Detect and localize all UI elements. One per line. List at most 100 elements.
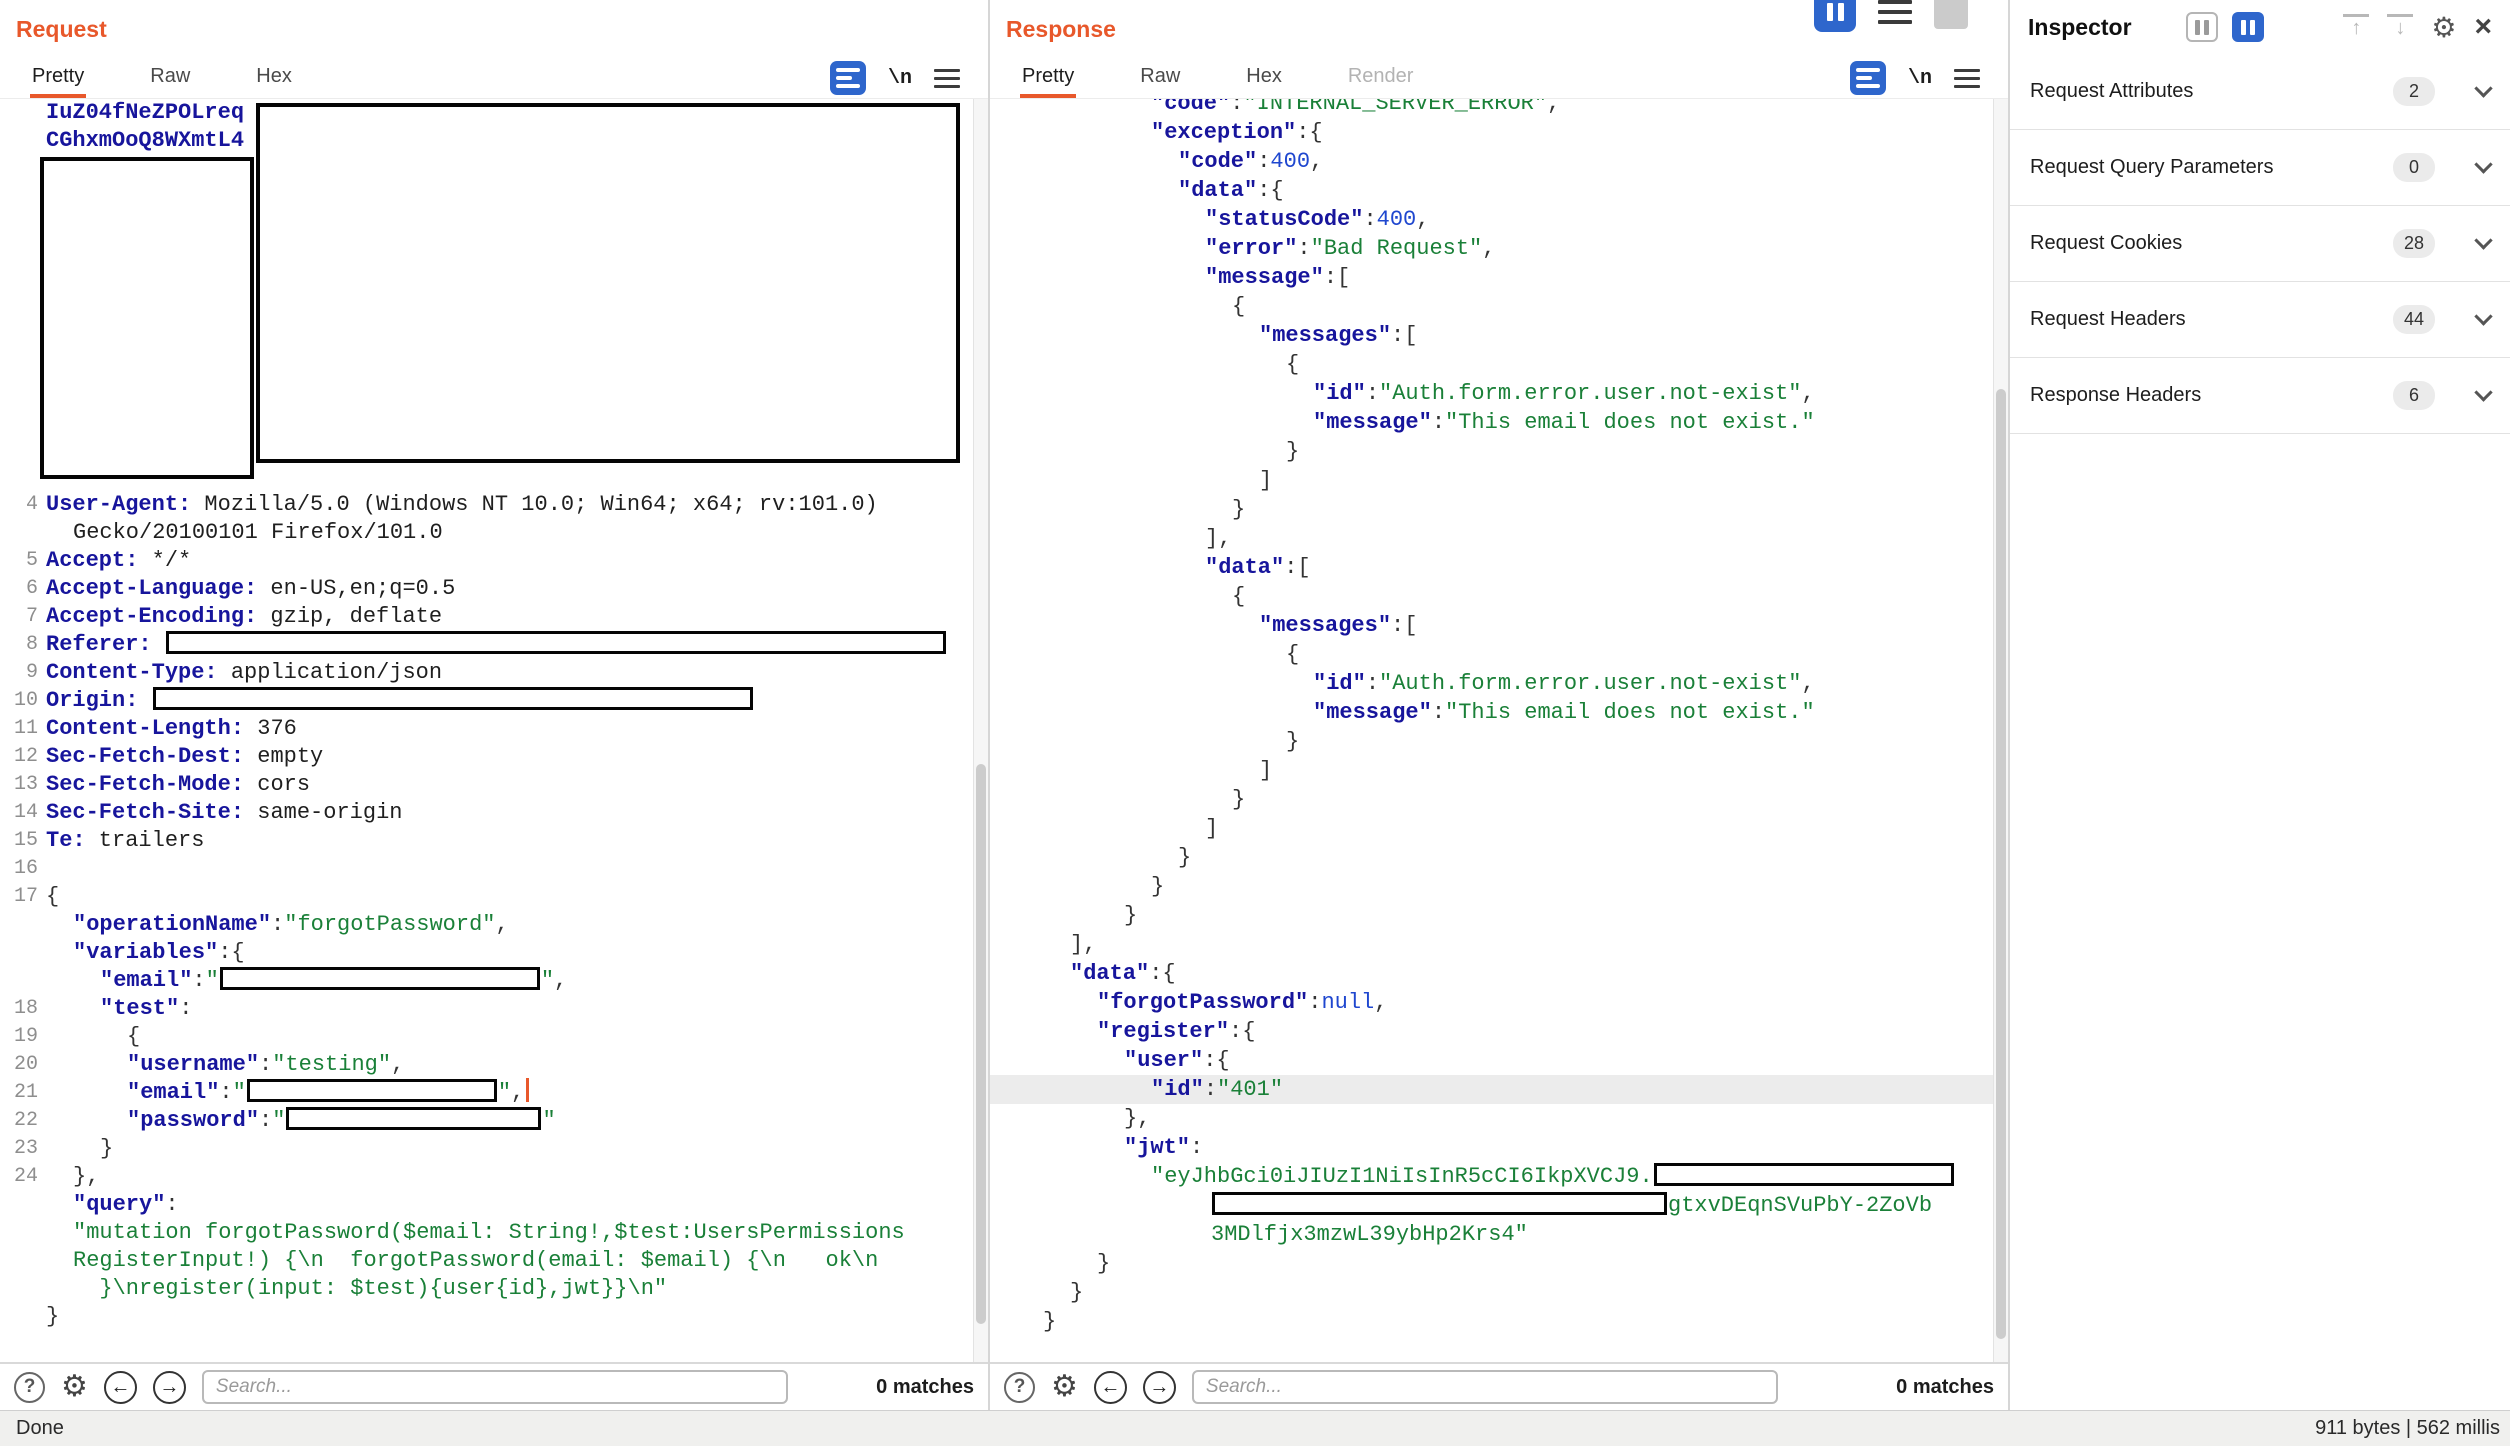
line-number: 12 — [0, 743, 38, 771]
code-text: } — [100, 1136, 113, 1161]
inspector-section-request-query-parameters[interactable]: Request Query Parameters0 — [2010, 130, 2510, 206]
code-text: "error" — [1205, 236, 1297, 261]
code-line: ] — [990, 756, 2008, 785]
scrollbar-thumb[interactable] — [976, 764, 986, 1324]
next-match-icon[interactable]: → — [1143, 1371, 1176, 1404]
inspector-title: Inspector — [2028, 14, 2132, 41]
close-icon[interactable]: × — [2474, 12, 2492, 42]
newline-icon[interactable]: \n — [888, 67, 912, 90]
code-line: "query": — [0, 1191, 988, 1219]
code-text: } — [1232, 787, 1245, 812]
code-line: "data":{ — [990, 176, 2008, 205]
request-scrollbar[interactable] — [973, 99, 988, 1362]
menu-icon[interactable] — [934, 69, 960, 88]
chevron-down-icon[interactable] — [2474, 307, 2492, 325]
code-line: 22"password":"" — [0, 1107, 988, 1135]
expand-all-icon[interactable]: ↓ — [2387, 14, 2413, 40]
menu-icon[interactable] — [1878, 0, 1912, 32]
code-line: "id":"401" — [990, 1075, 2008, 1104]
tab-raw[interactable]: Raw — [148, 58, 192, 98]
code-line: } — [990, 495, 2008, 524]
code-line: "id":"Auth.form.error.user.not-exist", — [990, 379, 2008, 408]
panel-icon[interactable] — [1934, 0, 1968, 29]
code-line: 14Sec-Fetch-Site: same-origin — [0, 799, 988, 827]
inspector-section-request-headers[interactable]: Request Headers44 — [2010, 282, 2510, 358]
inspector-section-request-cookies[interactable]: Request Cookies28 — [2010, 206, 2510, 282]
code-line: "message":"This email does not exist." — [990, 698, 2008, 727]
previous-match-icon[interactable]: ← — [1094, 1371, 1127, 1404]
code-line: ], — [990, 930, 2008, 959]
newline-icon[interactable]: \n — [1908, 67, 1932, 90]
menu-icon[interactable] — [1954, 69, 1980, 88]
chevron-down-icon[interactable] — [2474, 79, 2492, 97]
gear-icon[interactable]: ⚙ — [61, 1372, 88, 1402]
response-panel-title: Response — [1006, 16, 1116, 43]
previous-match-icon[interactable]: ← — [104, 1371, 137, 1404]
tab-raw[interactable]: Raw — [1138, 58, 1182, 98]
code-text: ], — [1205, 526, 1231, 551]
code-text: { — [127, 1024, 140, 1049]
line-number — [0, 127, 38, 155]
chevron-down-icon[interactable] — [2474, 155, 2492, 173]
help-icon[interactable]: ? — [1004, 1372, 1035, 1403]
redaction-box — [247, 1079, 497, 1102]
inspector-header: Inspector ↑ ↓ ⚙ × — [2010, 0, 2510, 54]
inspector-section-request-attributes[interactable]: Request Attributes2 — [2010, 54, 2510, 130]
code-text: "401" — [1217, 1077, 1283, 1102]
code-text: trailers — [86, 828, 205, 853]
section-label: Request Query Parameters — [2030, 156, 2273, 179]
line-number — [0, 1275, 38, 1303]
chevron-down-icon[interactable] — [2474, 383, 2492, 401]
code-text: en-US,en;q=0.5 — [257, 576, 455, 601]
pretty-print-icon[interactable] — [830, 61, 866, 95]
search-input[interactable] — [1192, 1370, 1778, 1404]
code-text: 400 — [1270, 149, 1310, 174]
code-text: "This email does not exist." — [1445, 410, 1815, 435]
code-text: { — [46, 884, 59, 909]
response-viewer[interactable]: "code":"INTERNAL_SERVER_ERROR","exceptio… — [990, 99, 2008, 1362]
next-match-icon[interactable]: → — [153, 1371, 186, 1404]
pretty-print-icon[interactable] — [1850, 61, 1886, 95]
line-number: 6 — [0, 575, 38, 603]
code-line: "jwt": — [990, 1133, 2008, 1162]
chevron-down-icon[interactable] — [2474, 231, 2492, 249]
code-text: : — [165, 1192, 178, 1217]
layout-icon[interactable] — [1814, 0, 1856, 32]
code-text: }\nregister(input: $test){user{id},jwt}}… — [73, 1276, 667, 1301]
single-column-view-icon[interactable] — [2186, 12, 2218, 42]
code-text: , — [1801, 671, 1814, 696]
line-number — [0, 1191, 38, 1219]
redaction-box — [220, 967, 540, 990]
code-text: , — [1547, 99, 1560, 116]
code-line: "forgotPassword":null, — [990, 988, 2008, 1017]
code-text: ] — [1205, 816, 1218, 841]
redaction-box — [166, 631, 946, 654]
inspector-section-response-headers[interactable]: Response Headers6 — [2010, 358, 2510, 434]
response-scrollbar[interactable] — [1993, 99, 2008, 1362]
tab-pretty[interactable]: Pretty — [30, 58, 86, 98]
gear-icon[interactable]: ⚙ — [1051, 1372, 1078, 1402]
code-line: } — [990, 901, 2008, 930]
two-column-view-icon[interactable] — [2232, 12, 2264, 42]
code-line: 9Content-Type: application/json — [0, 659, 988, 687]
code-line: } — [990, 785, 2008, 814]
line-number: 24 — [0, 1163, 38, 1191]
gear-icon[interactable]: ⚙ — [2431, 11, 2456, 44]
code-text: "id" — [1151, 1077, 1204, 1102]
tab-pretty[interactable]: Pretty — [1020, 58, 1076, 98]
collapse-all-icon[interactable]: ↑ — [2343, 14, 2369, 40]
code-text: :{ — [218, 940, 244, 965]
code-text: Te: — [46, 828, 86, 853]
tab-hex[interactable]: Hex — [254, 58, 294, 98]
code-line: } — [0, 1303, 988, 1331]
code-text: ] — [1259, 468, 1272, 493]
help-icon[interactable]: ? — [14, 1372, 45, 1403]
request-panel: Request PrettyRawHex \n IuZ04fNeZPOLreqC… — [0, 0, 990, 1410]
request-editor[interactable]: IuZ04fNeZPOLreqCGhxmOoQ8WXmtL44User-Agen… — [0, 99, 988, 1362]
scrollbar-thumb[interactable] — [1996, 389, 2006, 1339]
code-text: "code" — [1151, 99, 1230, 116]
code-text: "data" — [1070, 961, 1149, 986]
search-input[interactable] — [202, 1370, 788, 1404]
tab-hex[interactable]: Hex — [1244, 58, 1284, 98]
code-line: 8Referer: — [0, 631, 988, 659]
